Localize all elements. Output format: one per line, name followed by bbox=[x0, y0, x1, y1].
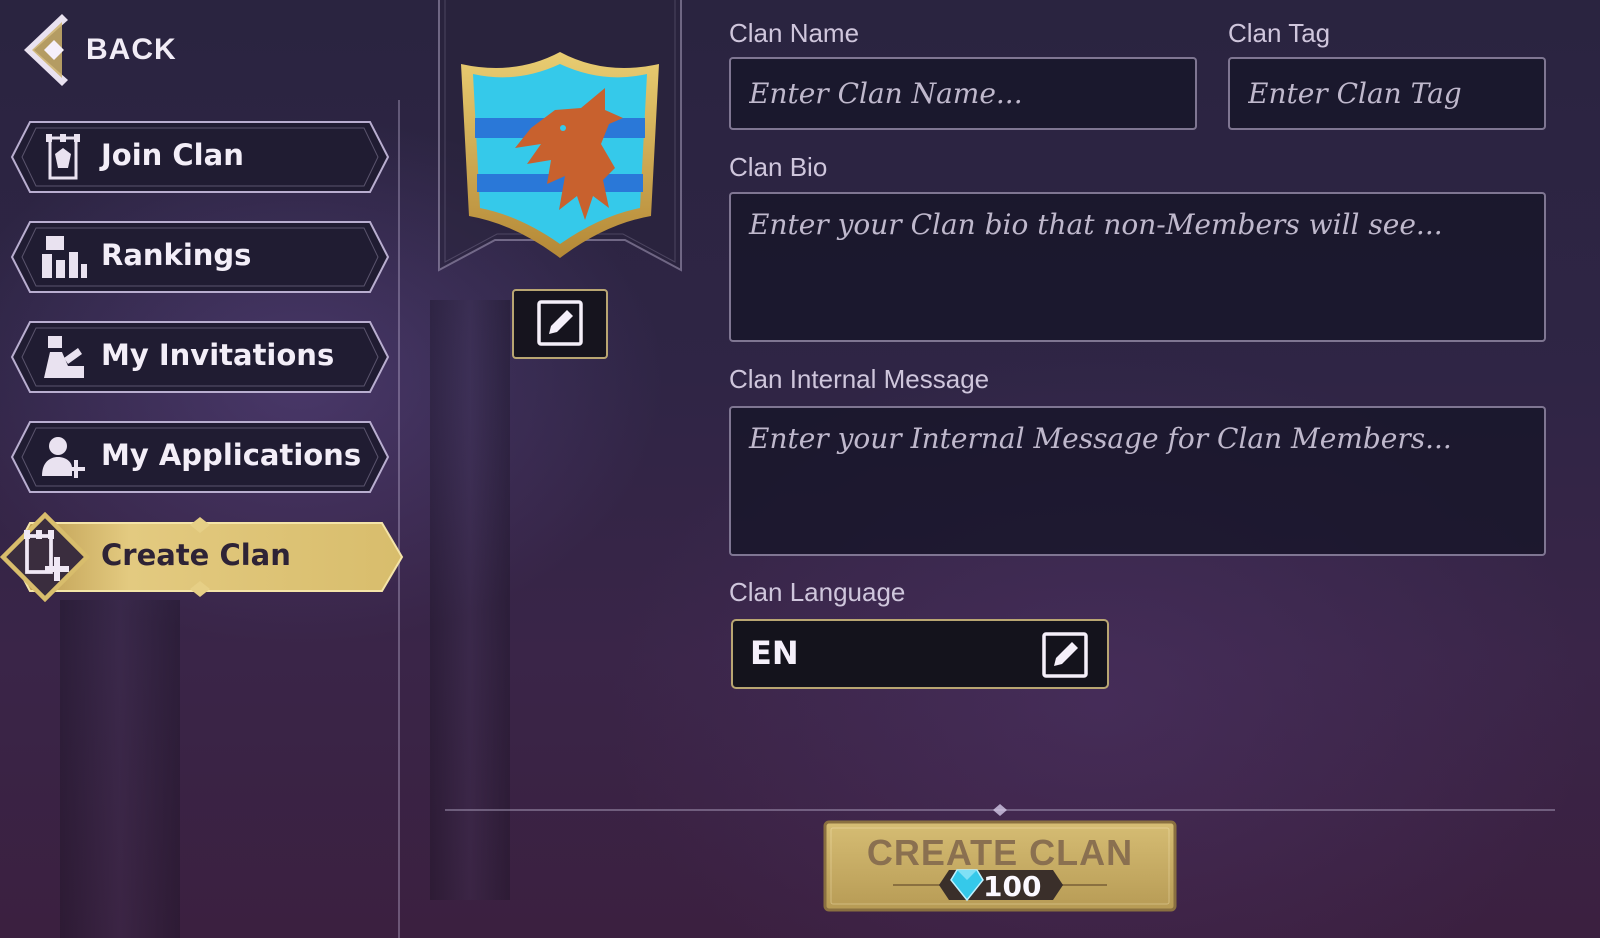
dragon-crest-icon[interactable] bbox=[455, 48, 665, 262]
section-divider bbox=[445, 804, 1555, 816]
rankings-icon bbox=[42, 236, 87, 278]
sidebar-item-label: My Applications bbox=[101, 438, 362, 472]
sidebar-item-create-clan[interactable]: Create Clan bbox=[0, 512, 404, 602]
cost-display: 100 bbox=[823, 868, 1177, 903]
clan-bio-field[interactable] bbox=[729, 192, 1546, 342]
sidebar-item-my-invitations[interactable]: My Invitations bbox=[10, 320, 390, 394]
background-pillar bbox=[60, 600, 180, 938]
clan-language-label: Clan Language bbox=[729, 577, 906, 607]
clan-internal-message-label: Clan Internal Message bbox=[729, 364, 990, 394]
edit-crest-button[interactable] bbox=[511, 288, 609, 360]
gem-icon bbox=[950, 869, 984, 902]
clan-language-selector[interactable]: EN bbox=[730, 618, 1110, 690]
add-user-icon bbox=[42, 437, 85, 478]
clan-language-value: EN bbox=[750, 634, 799, 672]
sidebar-item-label: My Invitations bbox=[101, 338, 335, 372]
clan-name-label: Clan Name bbox=[729, 18, 860, 48]
create-clan-button[interactable]: CREATE CLAN 100 bbox=[823, 820, 1177, 912]
clan-internal-message-field[interactable] bbox=[729, 406, 1546, 556]
sidebar-item-rankings[interactable]: Rankings bbox=[10, 220, 390, 294]
back-chevron-icon bbox=[18, 12, 70, 88]
sidebar-item-label: Create Clan bbox=[101, 538, 291, 572]
clan-tag-field[interactable] bbox=[1228, 57, 1546, 130]
create-clan-icon bbox=[0, 512, 90, 602]
invitations-icon bbox=[44, 336, 84, 378]
clan-bio-label: Clan Bio bbox=[729, 152, 828, 182]
sidebar-item-join-clan[interactable]: Join Clan bbox=[10, 120, 390, 194]
sidebar-item-label: Rankings bbox=[101, 238, 252, 272]
cost-value: 100 bbox=[983, 870, 1042, 903]
edit-icon[interactable] bbox=[1042, 632, 1088, 678]
sidebar-item-my-applications[interactable]: My Applications bbox=[10, 420, 390, 494]
tower-icon bbox=[46, 134, 80, 180]
back-button[interactable]: BACK bbox=[18, 12, 177, 88]
back-label: BACK bbox=[86, 33, 177, 66]
sidebar-item-label: Join Clan bbox=[101, 138, 244, 172]
clan-name-field[interactable] bbox=[729, 57, 1197, 130]
clan-tag-label: Clan Tag bbox=[1228, 18, 1331, 48]
